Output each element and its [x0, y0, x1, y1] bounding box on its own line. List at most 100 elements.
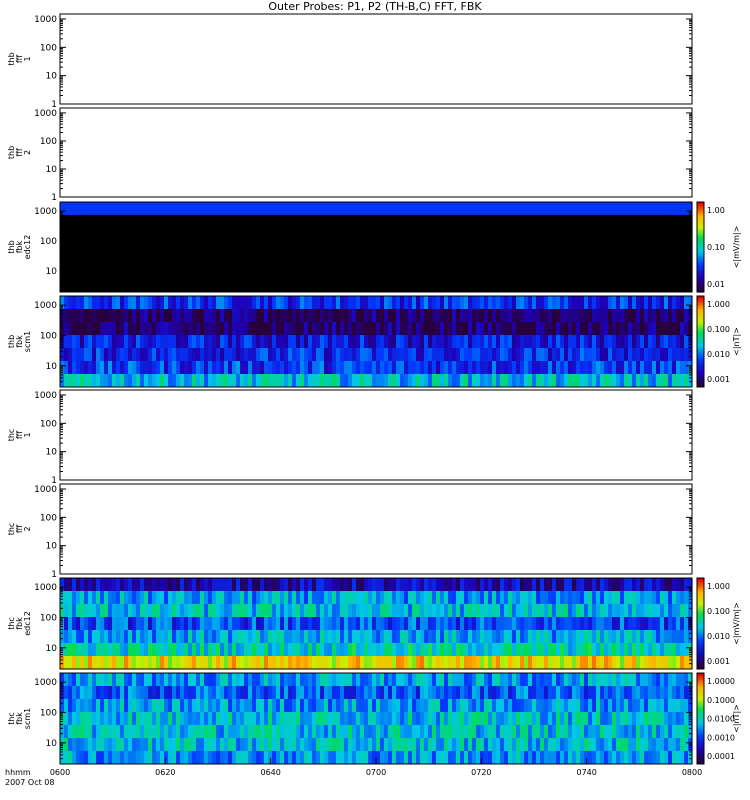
- spectrogram-cell: [276, 279, 281, 293]
- spectrogram-cell: [392, 643, 397, 657]
- spectrogram-cell: [432, 335, 437, 349]
- spectrogram-cell: [212, 202, 217, 216]
- spectrogram-cell: [228, 699, 233, 713]
- spectrogram-cell: [60, 309, 65, 323]
- spectrogram-cell: [216, 348, 221, 362]
- spectrogram-cell: [172, 296, 177, 310]
- spectrogram-cell: [148, 309, 153, 323]
- spectrogram-cell: [572, 309, 577, 323]
- spectrogram-cell: [152, 335, 157, 349]
- spectrogram-cell: [268, 335, 273, 349]
- spectrogram-cell: [176, 296, 181, 310]
- spectrogram-cell: [668, 712, 673, 726]
- spectrogram-cell: [464, 202, 469, 216]
- spectrogram-cell: [528, 227, 533, 242]
- spectrogram-cell: [640, 699, 645, 713]
- spectrogram-cell: [552, 335, 557, 349]
- spectrogram-cell: [504, 348, 509, 362]
- spectrogram-cell: [456, 699, 461, 713]
- spectrogram-cell: [648, 202, 653, 216]
- spectrogram-cell: [460, 578, 465, 592]
- spectrogram-cell: [596, 686, 601, 700]
- spectrogram-cell: [576, 309, 581, 323]
- spectrogram-cell: [616, 335, 621, 349]
- spectrogram-cell: [484, 214, 489, 229]
- spectrogram-cell: [112, 240, 117, 254]
- spectrogram-cell: [248, 266, 253, 280]
- spectrogram-cell: [128, 309, 133, 323]
- spectrogram-cell: [292, 738, 297, 752]
- spectrogram-cell: [684, 322, 689, 336]
- spectrogram-cell: [120, 725, 125, 739]
- panel-frame: [59, 483, 693, 575]
- spectrogram-cell: [168, 348, 173, 362]
- spectrogram-cell: [652, 253, 657, 267]
- spectrogram-cell: [64, 214, 69, 229]
- spectrogram-cell: [492, 374, 497, 388]
- spectrogram-cell: [268, 656, 273, 670]
- spectrogram-cell: [448, 699, 453, 713]
- spectrogram-cell: [236, 361, 241, 375]
- spectrogram-cell: [636, 227, 641, 242]
- spectrogram-cell: [548, 591, 553, 605]
- spectrogram-cell: [520, 361, 525, 375]
- spectrogram-cell: [520, 348, 525, 362]
- spectrogram-cell: [292, 725, 297, 739]
- spectrogram-cell: [264, 348, 269, 362]
- panel-thc_fbk_edc12: 1.0000.1000.0100.001<|mV/m|>100010010thc…: [7, 577, 741, 670]
- spectrogram-cell: [164, 227, 169, 242]
- spectrogram-cell: [612, 712, 617, 726]
- spectrogram-cell: [508, 751, 513, 765]
- spectrogram-cell: [356, 617, 361, 631]
- spectrogram-cell: [80, 214, 85, 229]
- spectrogram-cell: [556, 279, 561, 293]
- spectrogram-cell: [640, 578, 645, 592]
- spectrogram-cell: [292, 335, 297, 349]
- spectrogram-cell: [560, 296, 565, 310]
- spectrogram-cell: [652, 296, 657, 310]
- spectrogram-cell: [472, 322, 477, 336]
- spectrogram-cell: [288, 227, 293, 242]
- spectrogram-cell: [380, 712, 385, 726]
- spectrogram-cell: [124, 725, 129, 739]
- spectrogram-cell: [140, 686, 145, 700]
- spectrogram-cell: [192, 617, 197, 631]
- spectrogram-cell: [220, 604, 225, 618]
- spectrogram-cell: [108, 643, 113, 657]
- spectrogram-cell: [128, 240, 133, 254]
- spectrogram-cell: [476, 630, 481, 644]
- spectrogram-cell: [460, 686, 465, 700]
- spectrogram-cell: [556, 656, 561, 670]
- panel-label-line: scm1: [23, 331, 32, 352]
- spectrogram-cell: [464, 738, 469, 752]
- spectrogram-cell: [584, 202, 589, 216]
- spectrogram-cell: [236, 673, 241, 687]
- spectrogram-cell: [532, 266, 537, 280]
- panel-label-line: edc12: [23, 611, 32, 636]
- spectrogram-cell: [580, 656, 585, 670]
- spectrogram-cell: [472, 643, 477, 657]
- spectrogram-cell: [476, 617, 481, 631]
- spectrogram-cell: [420, 214, 425, 229]
- spectrogram-cell: [496, 266, 501, 280]
- spectrogram-cell: [380, 725, 385, 739]
- spectrogram-cell: [104, 751, 109, 765]
- spectrogram-cell: [236, 604, 241, 618]
- spectrogram-cell: [516, 699, 521, 713]
- spectrogram-cell: [280, 214, 285, 229]
- spectrogram-cell: [512, 604, 517, 618]
- spectrogram-cell: [664, 643, 669, 657]
- spectrogram-cell: [432, 656, 437, 670]
- spectrogram-cell: [192, 630, 197, 644]
- spectrogram-cell: [444, 591, 449, 605]
- spectrogram-cell: [596, 604, 601, 618]
- spectrogram-cell: [164, 591, 169, 605]
- spectrogram-cell: [88, 617, 93, 631]
- spectrogram-cell: [500, 374, 505, 388]
- spectrogram-cell: [220, 673, 225, 687]
- spectrogram-cell: [444, 725, 449, 739]
- spectrogram-cell: [632, 643, 637, 657]
- spectrogram-cell: [284, 279, 289, 293]
- spectrogram-cell: [416, 361, 421, 375]
- spectrogram-cell: [444, 296, 449, 310]
